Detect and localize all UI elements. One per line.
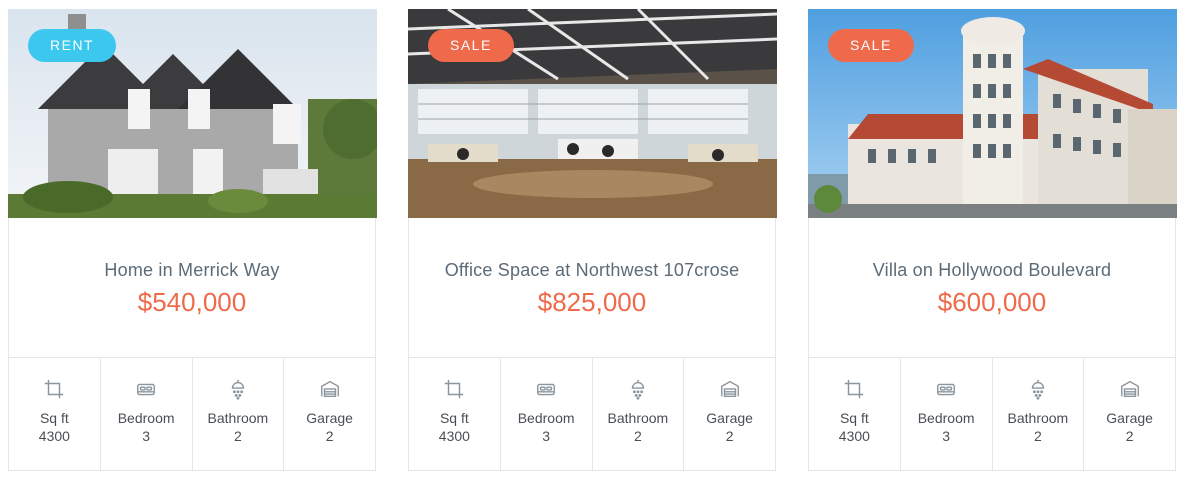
villa-photo[interactable]: SALE xyxy=(808,9,1177,218)
listing-title[interactable]: Home in Merrick Way xyxy=(9,260,375,281)
feature-bathroom: Bathroom 2 xyxy=(593,358,685,471)
feature-garage: Garage 2 xyxy=(284,358,375,471)
feature-bathroom: Bathroom 2 xyxy=(993,358,1085,471)
garage-icon xyxy=(320,380,339,398)
listing-title[interactable]: Office Space at Northwest 107crose xyxy=(409,260,775,281)
feature-label: Bedroom xyxy=(917,410,975,426)
listing-type-badge[interactable]: SALE xyxy=(828,29,914,62)
feature-sqft: Sq ft 4300 xyxy=(409,358,501,471)
office-photo[interactable]: SALE xyxy=(408,9,777,218)
shower-icon xyxy=(1031,379,1045,400)
feature-value: 4300 xyxy=(438,428,470,444)
feature-label: Sq ft xyxy=(439,410,469,426)
listing-info: Home in Merrick Way $540,000 xyxy=(9,218,375,357)
feature-bathroom: Bathroom 2 xyxy=(193,358,285,471)
crop-icon xyxy=(45,379,64,399)
crop-icon xyxy=(445,379,464,399)
listing-card[interactable]: RENT Home in Merrick Way $540,000 Sq ft … xyxy=(8,9,377,471)
listing-price: $825,000 xyxy=(537,287,647,317)
feature-label: Garage xyxy=(306,410,353,426)
feature-value: 2 xyxy=(1125,428,1134,444)
listing-card[interactable]: SALE Villa on Hollywood Boulevard $600,0… xyxy=(808,9,1177,471)
listing-features: Sq ft 4300 Bedroom 3 Bathroom 2 Garage 2 xyxy=(809,357,1175,471)
feature-label: Bedroom xyxy=(517,410,575,426)
feature-value: 2 xyxy=(233,428,242,444)
listing-features: Sq ft 4300 Bedroom 3 Bathroom 2 Garage 2 xyxy=(409,357,775,471)
feature-bedroom: Bedroom 3 xyxy=(101,358,193,471)
feature-label: Garage xyxy=(706,410,753,426)
feature-label: Sq ft xyxy=(839,410,869,426)
feature-value: 3 xyxy=(942,428,951,444)
feature-garage: Garage 2 xyxy=(684,358,775,471)
feature-label: Bedroom xyxy=(117,410,175,426)
listing-price: $540,000 xyxy=(137,287,247,317)
shower-icon xyxy=(231,379,245,400)
feature-value: 2 xyxy=(1033,428,1042,444)
listing-type-badge[interactable]: SALE xyxy=(428,29,514,62)
feature-label: Bathroom xyxy=(607,410,669,426)
feature-value: 2 xyxy=(325,428,334,444)
listing-type-badge[interactable]: RENT xyxy=(28,29,117,62)
listing-card[interactable]: SALE Office Space at Northwest 107crose … xyxy=(408,9,777,471)
feature-value: 3 xyxy=(542,428,551,444)
shower-icon xyxy=(631,379,645,400)
feature-value: 2 xyxy=(633,428,642,444)
listing-cards: RENT Home in Merrick Way $540,000 Sq ft … xyxy=(0,0,1185,481)
listing-info: Villa on Hollywood Boulevard $600,000 xyxy=(809,218,1175,357)
garage-icon xyxy=(720,380,739,398)
feature-value: 2 xyxy=(725,428,734,444)
bed-icon xyxy=(137,383,156,396)
listing-price: $600,000 xyxy=(937,287,1047,317)
bed-icon xyxy=(537,383,556,396)
feature-garage: Garage 2 xyxy=(1084,358,1175,471)
garage-icon xyxy=(1120,380,1139,398)
listing-title[interactable]: Villa on Hollywood Boulevard xyxy=(809,260,1175,281)
feature-label: Sq ft xyxy=(39,410,69,426)
feature-sqft: Sq ft 4300 xyxy=(809,358,901,471)
feature-value: 4300 xyxy=(838,428,870,444)
crop-icon xyxy=(845,379,864,399)
feature-label: Bathroom xyxy=(1007,410,1069,426)
house-photo[interactable]: RENT xyxy=(8,9,377,218)
feature-value: 4300 xyxy=(38,428,70,444)
feature-sqft: Sq ft 4300 xyxy=(9,358,101,471)
bed-icon xyxy=(937,383,956,396)
feature-bedroom: Bedroom 3 xyxy=(901,358,993,471)
feature-bedroom: Bedroom 3 xyxy=(501,358,593,471)
listing-features: Sq ft 4300 Bedroom 3 Bathroom 2 Garage 2 xyxy=(9,357,375,471)
feature-label: Bathroom xyxy=(207,410,269,426)
listing-info: Office Space at Northwest 107crose $825,… xyxy=(409,218,775,357)
feature-label: Garage xyxy=(1106,410,1153,426)
feature-value: 3 xyxy=(142,428,151,444)
